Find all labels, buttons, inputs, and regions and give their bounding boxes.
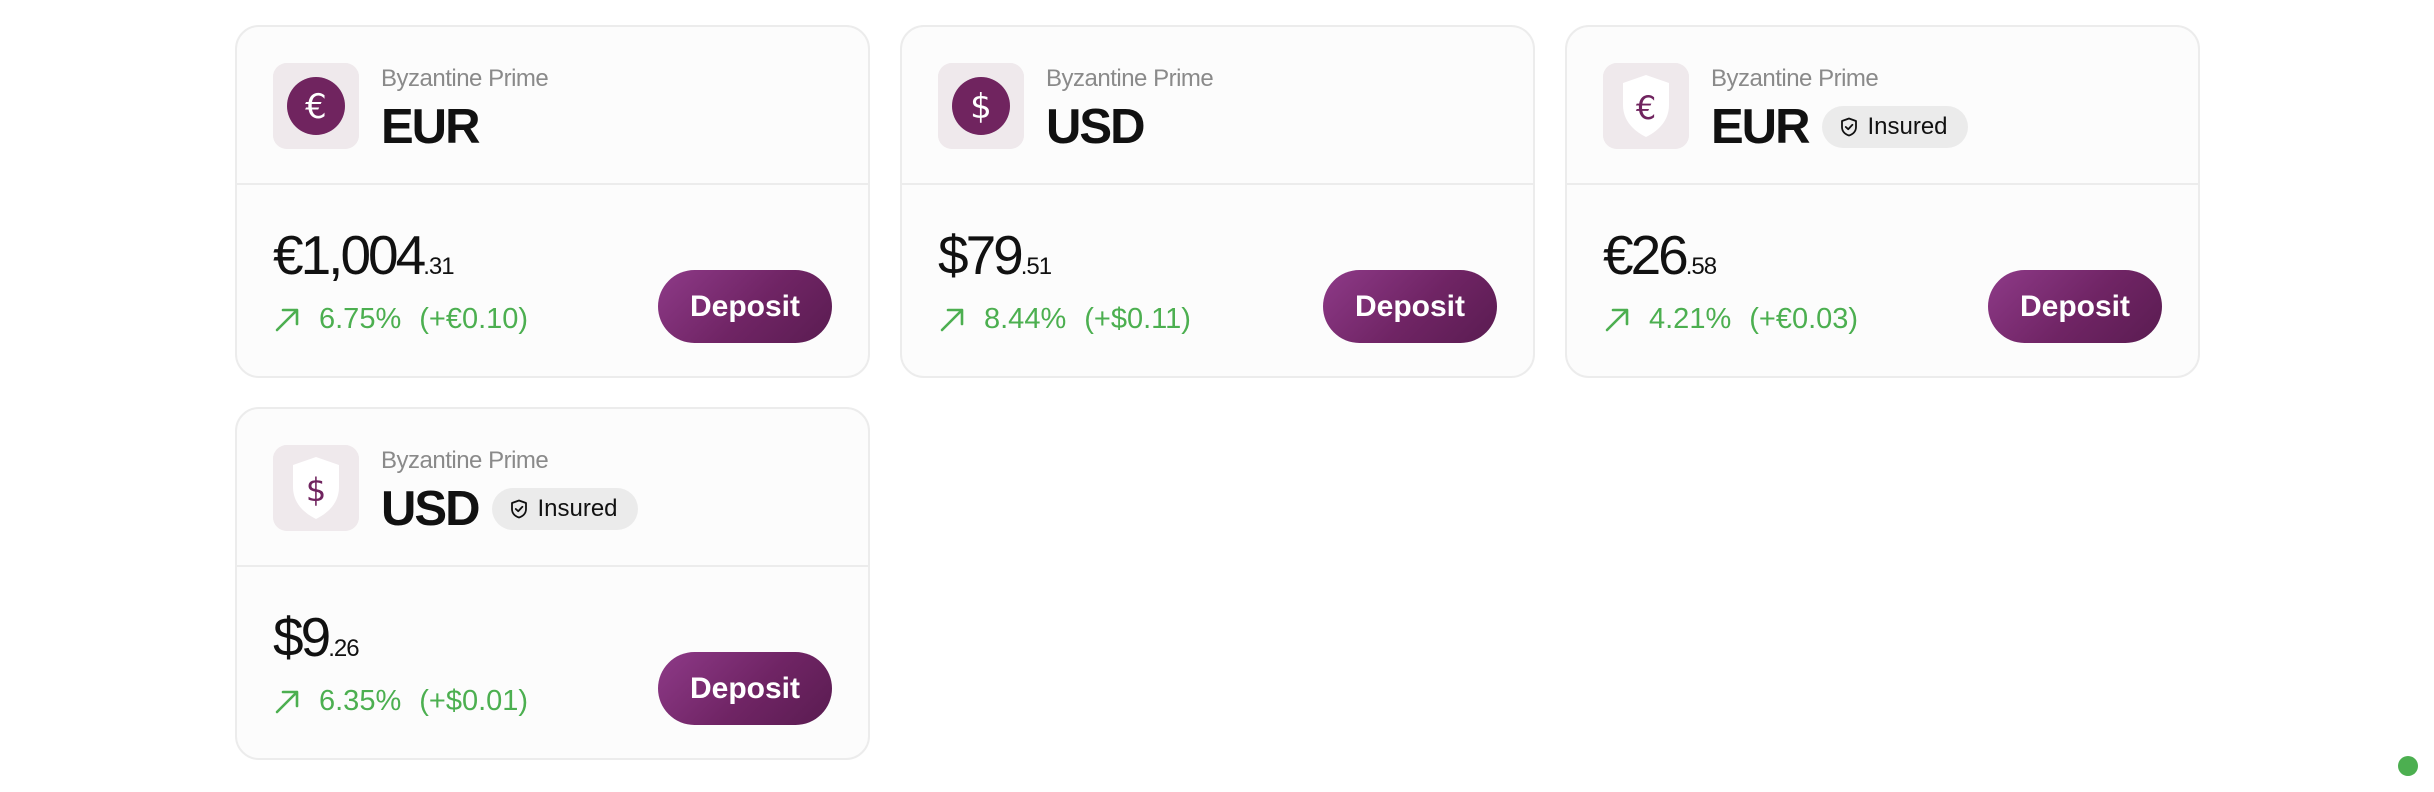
change-percent: 4.21%	[1649, 303, 1732, 335]
currency-code: USD	[381, 482, 480, 536]
account-card-header: $ Byzantine Prime USD	[902, 27, 1533, 185]
euro-coin-icon: €	[273, 63, 359, 149]
balance-cents: .58	[1685, 253, 1717, 280]
balance-change: 6.35% (+$0.01)	[273, 685, 528, 718]
status-indicator-dot	[2398, 756, 2418, 776]
balance-main: $79	[938, 224, 1024, 286]
svg-text:€: €	[1636, 89, 1656, 127]
shield-check-icon	[511, 499, 528, 519]
account-title: EUR Insured	[1711, 99, 1968, 155]
account-title: EUR	[381, 99, 480, 155]
balance-cents: .26	[328, 635, 359, 662]
balance-change: 8.44% (+$0.11)	[938, 303, 1191, 336]
account-title: USD Insured	[381, 481, 638, 537]
balance: $79 .51	[938, 224, 1052, 286]
account-title: USD	[1046, 99, 1145, 155]
balance: €1,004 .31	[273, 224, 455, 286]
svg-text:$: $	[970, 87, 992, 127]
change-percent: 8.44%	[984, 303, 1067, 335]
deposit-button[interactable]: Deposit	[1988, 270, 2162, 343]
account-card[interactable]: $ Byzantine Prime USD $79 .51 8.44% (+$0…	[900, 25, 1535, 378]
provider-name: Byzantine Prime	[381, 65, 549, 92]
balance-change: 6.75% (+€0.10)	[273, 303, 528, 336]
provider-name: Byzantine Prime	[1046, 65, 1214, 92]
currency-code: EUR	[1711, 100, 1810, 154]
change-percent: 6.75%	[319, 303, 402, 335]
account-card-header: $ Byzantine Prime USD Insured	[237, 409, 868, 567]
change-amount: (+$0.01)	[419, 685, 529, 717]
change-amount: (+€0.10)	[419, 303, 529, 335]
insured-badge: Insured	[1822, 106, 1968, 148]
euro-shield-icon: €	[1603, 63, 1689, 149]
balance-cents: .31	[423, 253, 454, 280]
shield-check-icon	[1841, 117, 1858, 137]
account-card[interactable]: $ Byzantine Prime USD Insured $9 .26 6.3…	[235, 407, 870, 760]
balance: $9 .26	[273, 606, 360, 668]
account-card-header: € Byzantine Prime EUR	[237, 27, 868, 185]
currency-code: USD	[1046, 100, 1145, 154]
account-card[interactable]: € Byzantine Prime EUR €1,004 .31 6.75% (…	[235, 25, 870, 378]
balance-main: $9	[273, 606, 331, 668]
svg-text:$: $	[306, 471, 326, 509]
balance: €26 .58	[1603, 224, 1717, 286]
balance-main: €1,004	[273, 224, 426, 286]
trend-up-arrow-icon	[940, 308, 964, 331]
accounts-grid: € Byzantine Prime EUR €1,004 .31 6.75% (…	[235, 25, 2200, 765]
insured-label: Insured	[1867, 113, 1948, 140]
deposit-button[interactable]: Deposit	[1323, 270, 1497, 343]
balance-change: 4.21% (+€0.03)	[1603, 303, 1858, 336]
insured-label: Insured	[537, 495, 618, 522]
svg-text:€: €	[305, 87, 327, 127]
deposit-button[interactable]: Deposit	[658, 270, 832, 343]
dollar-coin-icon: $	[938, 63, 1024, 149]
trend-up-arrow-icon	[275, 690, 299, 713]
provider-name: Byzantine Prime	[1711, 65, 1879, 92]
dollar-shield-icon: $	[273, 445, 359, 531]
change-amount: (+$0.11)	[1084, 303, 1191, 335]
account-card[interactable]: € Byzantine Prime EUR Insured €26 .58 4.…	[1565, 25, 2200, 378]
change-amount: (+€0.03)	[1749, 303, 1859, 335]
trend-up-arrow-icon	[275, 308, 299, 331]
balance-cents: .51	[1020, 253, 1052, 280]
deposit-button[interactable]: Deposit	[658, 652, 832, 725]
insured-badge: Insured	[492, 488, 638, 530]
provider-name: Byzantine Prime	[381, 447, 549, 474]
currency-code: EUR	[381, 100, 480, 154]
change-percent: 6.35%	[319, 685, 402, 717]
trend-up-arrow-icon	[1605, 308, 1629, 331]
account-card-header: € Byzantine Prime EUR Insured	[1567, 27, 2198, 185]
balance-main: €26	[1603, 224, 1689, 286]
